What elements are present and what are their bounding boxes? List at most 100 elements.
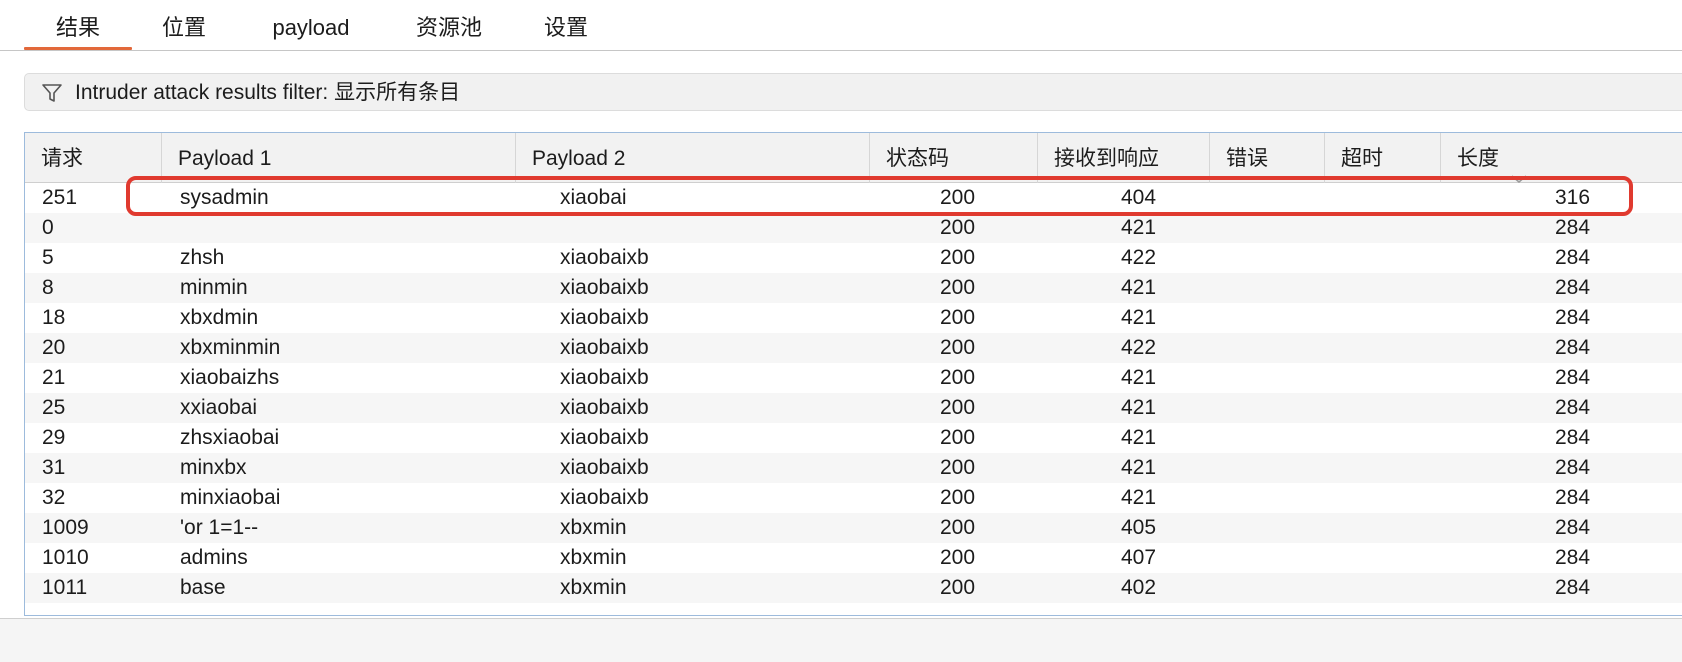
table-row[interactable]: 0 200 421 284 [25,213,1682,243]
column-header-request[interactable]: 请求 [25,133,162,183]
cell-status-code: 200 [940,546,976,569]
cell-payload-1: minmin [180,276,248,299]
column-header-error[interactable]: 错误 [1210,133,1325,183]
cell-payload-1: xbxminmin [180,336,281,359]
tab-results[interactable]: 结果 [24,0,132,50]
cell-status-code: 200 [940,216,976,239]
table-body: 251 sysadmin xiaobai 200 404 316 0 200 421 284 5 zh… [25,183,1682,603]
cell-payload-1: minxiaobai [180,486,281,509]
table-row[interactable]: 25 xxiaobai xiaobaixb 200 421 284 [25,393,1682,423]
table-row[interactable]: 8 minmin xiaobaixb 200 421 284 [25,273,1682,303]
table-row[interactable]: 21 xiaobaizhs xiaobaixb 200 421 284 [25,363,1682,393]
tab-settings[interactable]: 设置 [535,0,597,50]
cell-payload-2: xiaobaixb [560,426,649,449]
cell-length: 284 [1555,426,1591,449]
cell-request: 251 [42,186,78,209]
cell-request: 32 [42,486,66,509]
cell-status-code: 200 [940,576,976,599]
bottom-panel [0,618,1682,662]
cell-length: 284 [1555,276,1591,299]
cell-length: 284 [1555,486,1591,509]
cell-request: 1010 [42,546,89,569]
cell-response-received: 421 [1121,306,1157,329]
cell-request: 29 [42,426,66,449]
cell-length: 284 [1555,576,1591,599]
chevron-down-icon [1511,153,1527,184]
cell-payload-1: zhsxiaobai [180,426,280,449]
filter-label: Intruder attack results filter: 显示所有条目 [75,81,461,104]
cell-status-code: 200 [940,186,976,209]
cell-payload-2: xiaobaixb [560,456,649,479]
cell-payload-1: 'or 1=1-- [180,516,259,539]
cell-response-received: 405 [1121,516,1157,539]
results-table: 请求 Payload 1 Payload 2 状态码 接收到响应 错误 超时 长… [24,132,1682,616]
cell-payload-1: admins [180,546,248,569]
cell-response-received: 422 [1121,336,1157,359]
cell-status-code: 200 [940,516,976,539]
cell-request: 8 [42,276,54,299]
cell-payload-1: sysadmin [180,186,269,209]
results-filter-bar[interactable]: Intruder attack results filter: 显示所有条目 [24,73,1682,111]
cell-payload-1: xbxdmin [180,306,259,329]
cell-length: 284 [1555,396,1591,419]
cell-length: 284 [1555,546,1591,569]
table-row[interactable]: 20 xbxminmin xiaobaixb 200 422 284 [25,333,1682,363]
cell-response-received: 421 [1121,276,1157,299]
table-row[interactable]: 5 zhsh xiaobaixb 200 422 284 [25,243,1682,273]
table-row[interactable]: 29 zhsxiaobai xiaobaixb 200 421 284 [25,423,1682,453]
tab-bar: 结果 位置 payload 资源池 设置 [0,0,1682,51]
column-header-payload-2[interactable]: Payload 2 [516,133,870,183]
table-row[interactable]: 18 xbxdmin xiaobaixb 200 421 284 [25,303,1682,333]
cell-length: 316 [1555,186,1591,209]
cell-payload-2: xiaobaixb [560,396,649,419]
column-header-status-code[interactable]: 状态码 [870,133,1038,183]
cell-status-code: 200 [940,426,976,449]
tab-resource-pool[interactable]: 资源池 [405,0,493,50]
cell-status-code: 200 [940,366,976,389]
column-header-timeout[interactable]: 超时 [1325,133,1441,183]
cell-length: 284 [1555,246,1591,269]
tab-payload[interactable]: payload [250,0,372,50]
cell-payload-2: xiaobaixb [560,276,649,299]
cell-length: 284 [1555,306,1591,329]
tab-positions[interactable]: 位置 [150,0,218,50]
cell-payload-1: base [180,576,226,599]
cell-payload-2: xiaobaixb [560,366,649,389]
table-row[interactable]: 32 minxiaobai xiaobaixb 200 421 284 [25,483,1682,513]
cell-payload-2: xiaobaixb [560,306,649,329]
cell-response-received: 421 [1121,216,1157,239]
table-row[interactable]: 1009 'or 1=1-- xbxmin 200 405 284 [25,513,1682,543]
cell-status-code: 200 [940,486,976,509]
cell-request: 1011 [42,576,88,599]
column-header-payload-1[interactable]: Payload 1 [162,133,516,183]
column-header-length[interactable]: 长度 [1441,133,1682,184]
cell-payload-2: xbxmin [560,546,627,569]
cell-status-code: 200 [940,306,976,329]
table-row[interactable]: 1010 admins xbxmin 200 407 284 [25,543,1682,573]
table-row[interactable]: 1011 base xbxmin 200 402 284 [25,573,1682,603]
column-header-length-label: 长度 [1457,147,1499,170]
cell-payload-2: xiaobaixb [560,486,649,509]
cell-request: 31 [42,456,66,479]
cell-payload-2: xiaobaixb [560,336,649,359]
cell-length: 284 [1555,516,1591,539]
table-row[interactable]: 31 minxbx xiaobaixb 200 421 284 [25,453,1682,483]
cell-response-received: 407 [1121,546,1157,569]
cell-response-received: 421 [1121,456,1157,479]
cell-response-received: 421 [1121,366,1157,389]
cell-status-code: 200 [940,246,976,269]
cell-length: 284 [1555,366,1591,389]
column-header-response-received[interactable]: 接收到响应 [1038,133,1210,183]
cell-response-received: 421 [1121,486,1157,509]
cell-length: 284 [1555,456,1591,479]
intruder-results-window: 结果 位置 payload 资源池 设置 Intruder attack res… [0,0,1682,662]
cell-status-code: 200 [940,336,976,359]
table-row[interactable]: 251 sysadmin xiaobai 200 404 316 [25,183,1682,213]
cell-response-received: 421 [1121,426,1157,449]
cell-request: 1009 [42,516,89,539]
cell-response-received: 422 [1121,246,1157,269]
cell-request: 21 [42,366,66,389]
cell-payload-1: xiaobaizhs [180,366,280,389]
filter-icon [41,82,63,104]
table-header: 请求 Payload 1 Payload 2 状态码 接收到响应 错误 超时 长… [25,133,1682,184]
